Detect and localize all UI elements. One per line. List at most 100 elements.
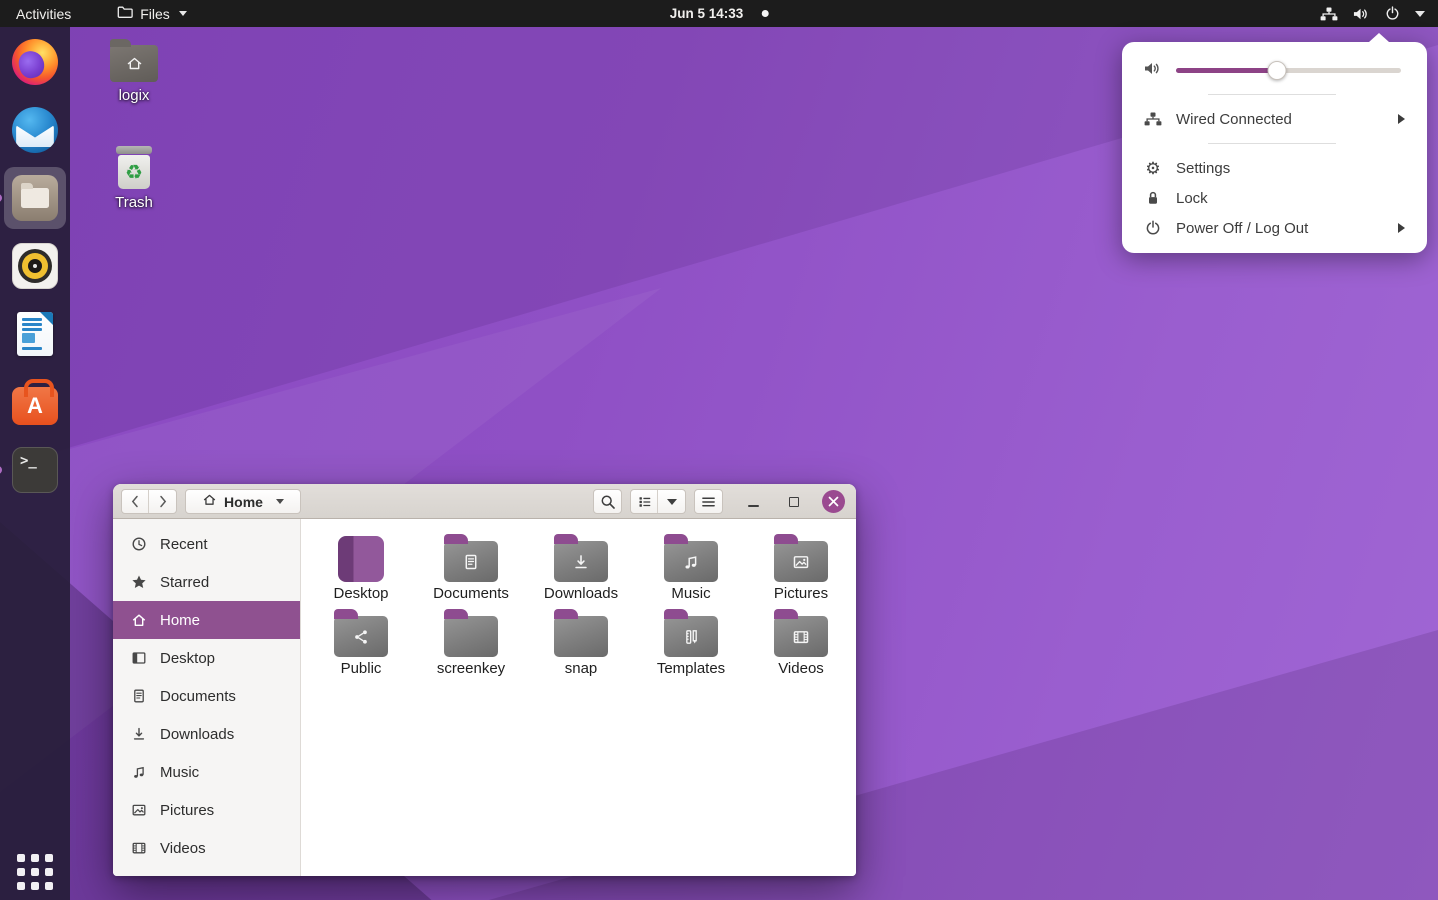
sidebar-item-downloads[interactable]: Downloads [113, 715, 300, 753]
sidebar-item-documents[interactable]: Documents [113, 677, 300, 715]
file-item-pictures[interactable]: Pictures [749, 527, 853, 601]
folder-icon [554, 541, 608, 582]
dock-item-terminal[interactable]: >_ [4, 439, 66, 501]
clock[interactable]: Jun 5 14:33 [670, 6, 744, 21]
file-item-snap[interactable]: snap [529, 602, 633, 676]
sidebar-item-videos[interactable]: Videos [113, 829, 300, 867]
folder-icon [664, 541, 718, 582]
desktop-icon [130, 650, 147, 666]
desktop-icon-home-folder[interactable]: logix [96, 38, 172, 104]
chevron-down-icon [667, 499, 677, 505]
file-item-videos[interactable]: Videos [749, 602, 853, 676]
file-item-label: Pictures [774, 586, 828, 601]
menu-item-label: Lock [1176, 190, 1411, 207]
sidebar-item-pictures[interactable]: Pictures [113, 791, 300, 829]
app-menu-label: Files [140, 6, 170, 22]
file-item-downloads[interactable]: Downloads [529, 527, 633, 601]
ubuntu-software-icon: A [12, 387, 58, 425]
volume-slider-handle[interactable] [1268, 61, 1287, 80]
view-options-dropdown[interactable] [658, 490, 685, 513]
templates-icon [664, 616, 718, 657]
path-bar-button[interactable]: Home [185, 489, 301, 514]
app-menu-files[interactable]: Files [109, 0, 195, 27]
sidebar-item-label: Music [160, 764, 199, 781]
forward-button[interactable] [149, 490, 176, 513]
file-item-desktop[interactable]: Desktop [309, 527, 413, 601]
terminal-icon: >_ [12, 447, 58, 493]
file-item-screenkey[interactable]: screenkey [419, 602, 523, 676]
headerbar[interactable]: Home [113, 484, 856, 519]
sidebar-item-starred[interactable]: Starred [113, 563, 300, 601]
search-button[interactable] [593, 489, 622, 514]
file-item-label: screenkey [437, 661, 505, 676]
sidebar-item-recent[interactable]: Recent [113, 525, 300, 563]
list-view-button[interactable] [631, 490, 658, 513]
file-item-label: snap [565, 661, 598, 676]
volume-slider[interactable] [1176, 60, 1401, 81]
power-icon [1385, 6, 1400, 21]
download-icon [554, 541, 608, 582]
top-bar-left: Activities Files [0, 0, 195, 27]
chevron-down-icon [1415, 11, 1425, 17]
share-icon [334, 616, 388, 657]
rhythmbox-icon [12, 243, 58, 289]
sidebar-item-desktop[interactable]: Desktop [113, 639, 300, 677]
music-note-icon [664, 541, 718, 582]
network-icon [1144, 112, 1162, 126]
file-item-label: Desktop [333, 586, 388, 601]
list-view-icon [637, 495, 652, 508]
sidebar-item-label: Home [160, 612, 200, 629]
file-item-public[interactable]: Public [309, 602, 413, 676]
sidebar-item-home[interactable]: Home [113, 601, 300, 639]
dock-item-files[interactable] [4, 167, 66, 229]
file-item-label: Templates [657, 661, 725, 676]
file-item-documents[interactable]: Documents [419, 527, 523, 601]
desktop-icon-label: Trash [115, 194, 153, 211]
volume-icon [1353, 7, 1370, 21]
menu-item-power-off-log-out[interactable]: Power Off / Log Out [1122, 213, 1427, 243]
file-view-area[interactable]: Desktop Documents Downloads Music Pictur… [301, 519, 856, 876]
network-icon [1320, 7, 1338, 21]
star-icon [130, 574, 147, 590]
back-button[interactable] [122, 490, 149, 513]
dock-item-firefox[interactable] [4, 31, 66, 93]
window-menu-button[interactable] [694, 489, 723, 514]
nav-button-group [121, 489, 177, 514]
menu-item-label: Settings [1176, 160, 1411, 177]
menu-item-wired-connected[interactable]: Wired Connected [1122, 104, 1427, 134]
file-item-music[interactable]: Music [639, 527, 743, 601]
dock-item-ubuntu-software[interactable]: A [4, 371, 66, 433]
picture-icon [130, 802, 147, 818]
menu-item-lock[interactable]: Lock [1122, 183, 1427, 213]
activities-button[interactable]: Activities [0, 0, 87, 27]
system-status-area[interactable] [1320, 0, 1438, 27]
running-indicator-dot [0, 466, 2, 474]
thunderbird-icon [12, 107, 58, 153]
files-icon [12, 175, 58, 221]
trash-lid-glyph [116, 146, 152, 154]
minimize-button[interactable] [741, 489, 766, 514]
download-icon [130, 726, 147, 742]
firefox-icon [12, 39, 58, 85]
trash-body-glyph: ♻ [118, 155, 150, 189]
show-applications-button[interactable] [17, 854, 53, 890]
folder-icon [554, 616, 608, 657]
files-window: Home Recent Starred [113, 484, 856, 876]
desktop-icon-trash[interactable]: ♻ Trash [96, 146, 172, 211]
file-grid: Desktop Documents Downloads Music Pictur… [301, 519, 856, 676]
maximize-button[interactable] [781, 489, 806, 514]
dock-item-rhythmbox[interactable] [4, 235, 66, 297]
system-menu: Wired Connected ⚙ Settings Lock Power Of… [1122, 42, 1427, 253]
submenu-arrow-icon [1398, 114, 1405, 124]
dock-item-libreoffice-writer[interactable] [4, 303, 66, 365]
home-icon [202, 493, 217, 510]
sidebar-item-label: Desktop [160, 650, 215, 667]
dock-item-thunderbird[interactable] [4, 99, 66, 161]
notification-dot-icon [761, 10, 768, 17]
menu-item-settings[interactable]: ⚙ Settings [1122, 153, 1427, 183]
close-button[interactable] [822, 490, 845, 513]
lock-icon [1144, 190, 1162, 206]
file-item-templates[interactable]: Templates [639, 602, 743, 676]
files-folder-glyph [21, 188, 49, 208]
sidebar-item-music[interactable]: Music [113, 753, 300, 791]
